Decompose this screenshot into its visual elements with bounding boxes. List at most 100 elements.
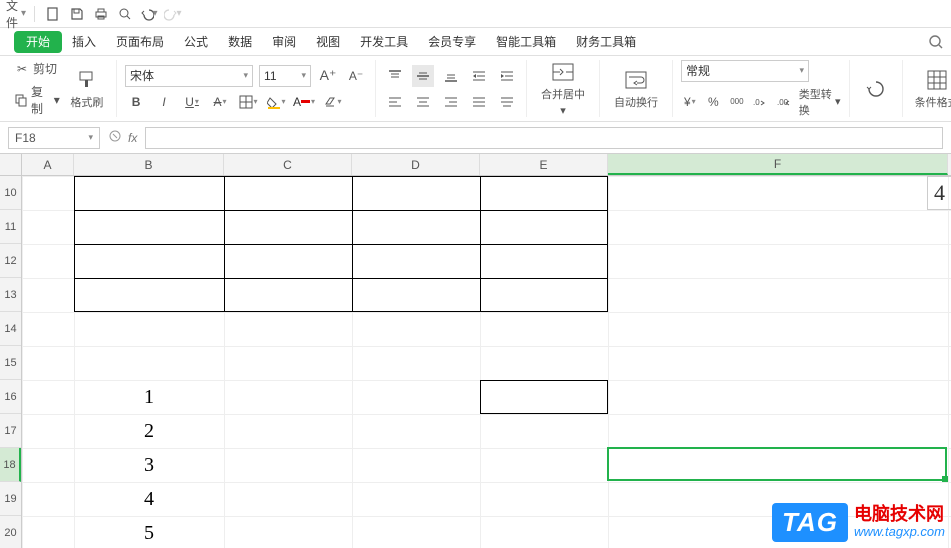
tab-smart-tools[interactable]: 智能工具箱 bbox=[486, 28, 566, 56]
print-preview-icon[interactable] bbox=[115, 4, 135, 24]
row-header-16[interactable]: 16 bbox=[0, 380, 21, 414]
type-convert-button[interactable]: 类型转换▾ bbox=[799, 86, 841, 118]
increase-decimal-icon[interactable]: .0 bbox=[752, 91, 770, 113]
decrease-indent-icon[interactable] bbox=[468, 65, 490, 87]
merge-center-button[interactable]: 合并居中▾ bbox=[535, 60, 591, 117]
underline-icon[interactable]: U▾ bbox=[181, 91, 203, 113]
separator bbox=[34, 6, 35, 22]
cell-B16[interactable]: 1 bbox=[74, 380, 224, 414]
select-all-corner[interactable] bbox=[0, 154, 22, 176]
ribbon-tabs: 开始 插入 页面布局 公式 数据 审阅 视图 开发工具 会员专享 智能工具箱 财… bbox=[0, 28, 951, 56]
align-left-icon[interactable] bbox=[384, 91, 406, 113]
format-painter-button[interactable]: 格式刷 bbox=[66, 68, 108, 110]
svg-text:.0: .0 bbox=[753, 98, 760, 107]
wrap-text-button[interactable]: 自动换行 bbox=[608, 68, 664, 110]
spreadsheet-grid[interactable]: ABCDEF 1011121314151617181920 123454 TAG… bbox=[0, 154, 951, 548]
watermark-url: www.tagxp.com bbox=[854, 525, 945, 539]
cell-B20[interactable]: 5 bbox=[74, 516, 224, 548]
offscreen-value: 4 bbox=[927, 176, 951, 210]
clear-format-icon[interactable]: ▾ bbox=[321, 91, 343, 113]
merge-icon bbox=[551, 60, 575, 84]
quick-access-toolbar: 文件▾ ▾ ▾ bbox=[0, 0, 951, 28]
rotate-button[interactable] bbox=[858, 77, 894, 101]
decrease-decimal-icon[interactable]: .00 bbox=[775, 91, 793, 113]
tab-data[interactable]: 数据 bbox=[218, 28, 262, 56]
save-icon[interactable] bbox=[67, 4, 87, 24]
percent-icon[interactable]: % bbox=[705, 91, 723, 113]
col-header-D[interactable]: D bbox=[352, 154, 480, 175]
row-header-11[interactable]: 11 bbox=[0, 210, 21, 244]
font-color-icon[interactable]: A▾ bbox=[293, 91, 315, 113]
tab-view[interactable]: 视图 bbox=[306, 28, 350, 56]
row-header-17[interactable]: 17 bbox=[0, 414, 21, 448]
watermark-title: 电脑技术网 bbox=[854, 505, 945, 525]
search-icon[interactable] bbox=[925, 34, 947, 50]
tab-page-layout[interactable]: 页面布局 bbox=[106, 28, 174, 56]
align-center-icon[interactable] bbox=[412, 91, 434, 113]
tab-finance-tools[interactable]: 财务工具箱 bbox=[566, 28, 646, 56]
conditional-format-button[interactable]: 条件格式 bbox=[911, 68, 951, 110]
group-cond-format: 条件格式 bbox=[903, 60, 951, 117]
col-header-B[interactable]: B bbox=[74, 154, 224, 175]
align-bottom-icon[interactable] bbox=[440, 65, 462, 87]
copy-button[interactable]: 复制▾ bbox=[14, 83, 60, 117]
col-header-E[interactable]: E bbox=[480, 154, 608, 175]
formula-input[interactable] bbox=[145, 127, 943, 149]
tab-review[interactable]: 审阅 bbox=[262, 28, 306, 56]
tab-member[interactable]: 会员专享 bbox=[418, 28, 486, 56]
name-box[interactable]: F18▾ bbox=[8, 127, 100, 149]
group-clipboard: ✂剪切 复制▾ 格式刷 bbox=[6, 60, 117, 117]
increase-indent-icon[interactable] bbox=[496, 65, 518, 87]
scissors-icon: ✂ bbox=[14, 61, 30, 77]
font-size-select[interactable]: 11▾ bbox=[259, 65, 311, 87]
cancel-icon[interactable] bbox=[108, 129, 122, 146]
tab-formula[interactable]: 公式 bbox=[174, 28, 218, 56]
file-menu[interactable]: 文件▾ bbox=[6, 4, 26, 24]
col-header-A[interactable]: A bbox=[22, 154, 74, 175]
row-header-12[interactable]: 12 bbox=[0, 244, 21, 278]
cell-B17[interactable]: 2 bbox=[74, 414, 224, 448]
cells-area[interactable]: 123454 bbox=[22, 176, 951, 548]
strikethrough-icon[interactable]: A▾ bbox=[209, 91, 231, 113]
tab-developer[interactable]: 开发工具 bbox=[350, 28, 418, 56]
cell-B19[interactable]: 4 bbox=[74, 482, 224, 516]
font-name-select[interactable]: 宋体▾ bbox=[125, 65, 253, 87]
formula-bar: F18▾ fx bbox=[0, 122, 951, 154]
row-header-14[interactable]: 14 bbox=[0, 312, 21, 346]
increase-font-icon[interactable]: A⁺ bbox=[317, 65, 339, 87]
fill-color-icon[interactable]: ▾ bbox=[265, 91, 287, 113]
row-header-20[interactable]: 20 bbox=[0, 516, 21, 548]
fx-icon[interactable]: fx bbox=[128, 131, 137, 145]
tab-insert[interactable]: 插入 bbox=[62, 28, 106, 56]
cut-button[interactable]: ✂剪切 bbox=[14, 60, 60, 77]
row-header-10[interactable]: 10 bbox=[0, 176, 21, 210]
bold-icon[interactable]: B bbox=[125, 91, 147, 113]
col-header-C[interactable]: C bbox=[224, 154, 352, 175]
comma-icon[interactable]: 000 bbox=[728, 91, 746, 113]
borders-icon[interactable]: ▾ bbox=[237, 91, 259, 113]
cell-B18[interactable]: 3 bbox=[74, 448, 224, 482]
new-icon[interactable] bbox=[43, 4, 63, 24]
decrease-font-icon[interactable]: A⁻ bbox=[345, 65, 367, 87]
distributed-icon[interactable] bbox=[496, 91, 518, 113]
redo-icon[interactable]: ▾ bbox=[163, 4, 183, 24]
paintbrush-icon bbox=[75, 68, 99, 92]
row-header-15[interactable]: 15 bbox=[0, 346, 21, 380]
row-header-13[interactable]: 13 bbox=[0, 278, 21, 312]
align-top-icon[interactable] bbox=[384, 65, 406, 87]
print-icon[interactable] bbox=[91, 4, 111, 24]
justify-icon[interactable] bbox=[468, 91, 490, 113]
align-right-icon[interactable] bbox=[440, 91, 462, 113]
tab-home[interactable]: 开始 bbox=[14, 31, 62, 53]
currency-icon[interactable]: ¥▾ bbox=[681, 91, 699, 113]
grid-icon bbox=[925, 68, 949, 92]
copy-icon bbox=[14, 92, 28, 108]
number-format-select[interactable]: 常规▾ bbox=[681, 60, 809, 82]
row-header-18[interactable]: 18 bbox=[0, 448, 21, 482]
italic-icon[interactable]: I bbox=[153, 91, 175, 113]
col-header-F[interactable]: F bbox=[608, 154, 948, 175]
align-middle-icon[interactable] bbox=[412, 65, 434, 87]
row-header-19[interactable]: 19 bbox=[0, 482, 21, 516]
group-font: 宋体▾ 11▾ A⁺ A⁻ B I U▾ A▾ ▾ ▾ A▾ ▾ bbox=[117, 60, 376, 117]
undo-icon[interactable]: ▾ bbox=[139, 4, 159, 24]
